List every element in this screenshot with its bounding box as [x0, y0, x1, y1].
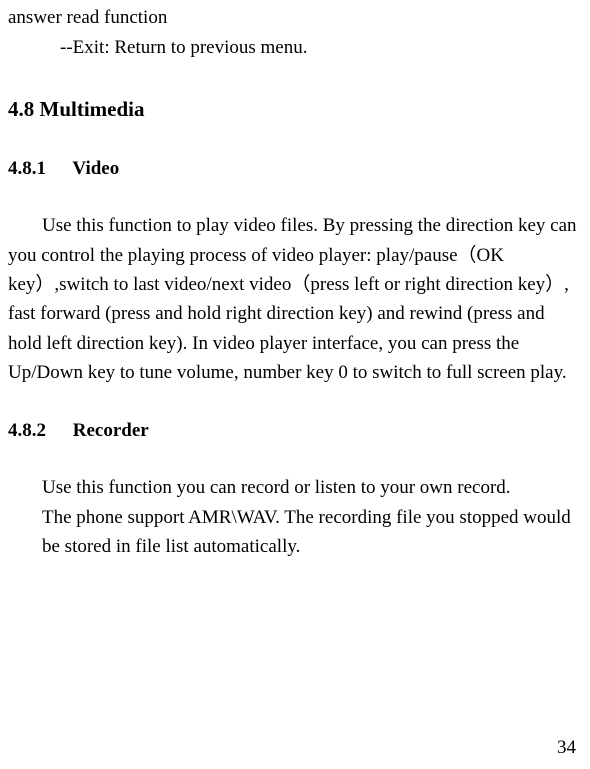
section-heading-4-8: 4.8 Multimedia: [8, 93, 582, 126]
subsection-number: 4.8.1: [8, 154, 68, 183]
fragment-line-2: --Exit: Return to previous menu.: [8, 33, 582, 63]
section-number: 4.8: [8, 97, 34, 121]
subsection-number: 4.8.2: [8, 416, 68, 445]
subsection-4-8-2-body-1: Use this function you can record or list…: [8, 473, 582, 502]
subsection-heading-4-8-1: 4.8.1 Video: [8, 154, 582, 183]
subsection-title: Recorder: [73, 420, 149, 441]
subsection-title: Video: [72, 158, 119, 179]
subsection-heading-4-8-2: 4.8.2 Recorder: [8, 416, 582, 445]
page-content: answer read function --Exit: Return to p…: [0, 0, 590, 561]
fragment-line-1: answer read function: [8, 6, 582, 31]
subsection-4-8-1-body: Use this function to play video files. B…: [8, 211, 582, 388]
subsection-4-8-2-body-2: The phone support AMR\WAV. The recording…: [8, 503, 582, 562]
section-title: Multimedia: [40, 97, 145, 121]
page-number: 34: [557, 737, 576, 759]
